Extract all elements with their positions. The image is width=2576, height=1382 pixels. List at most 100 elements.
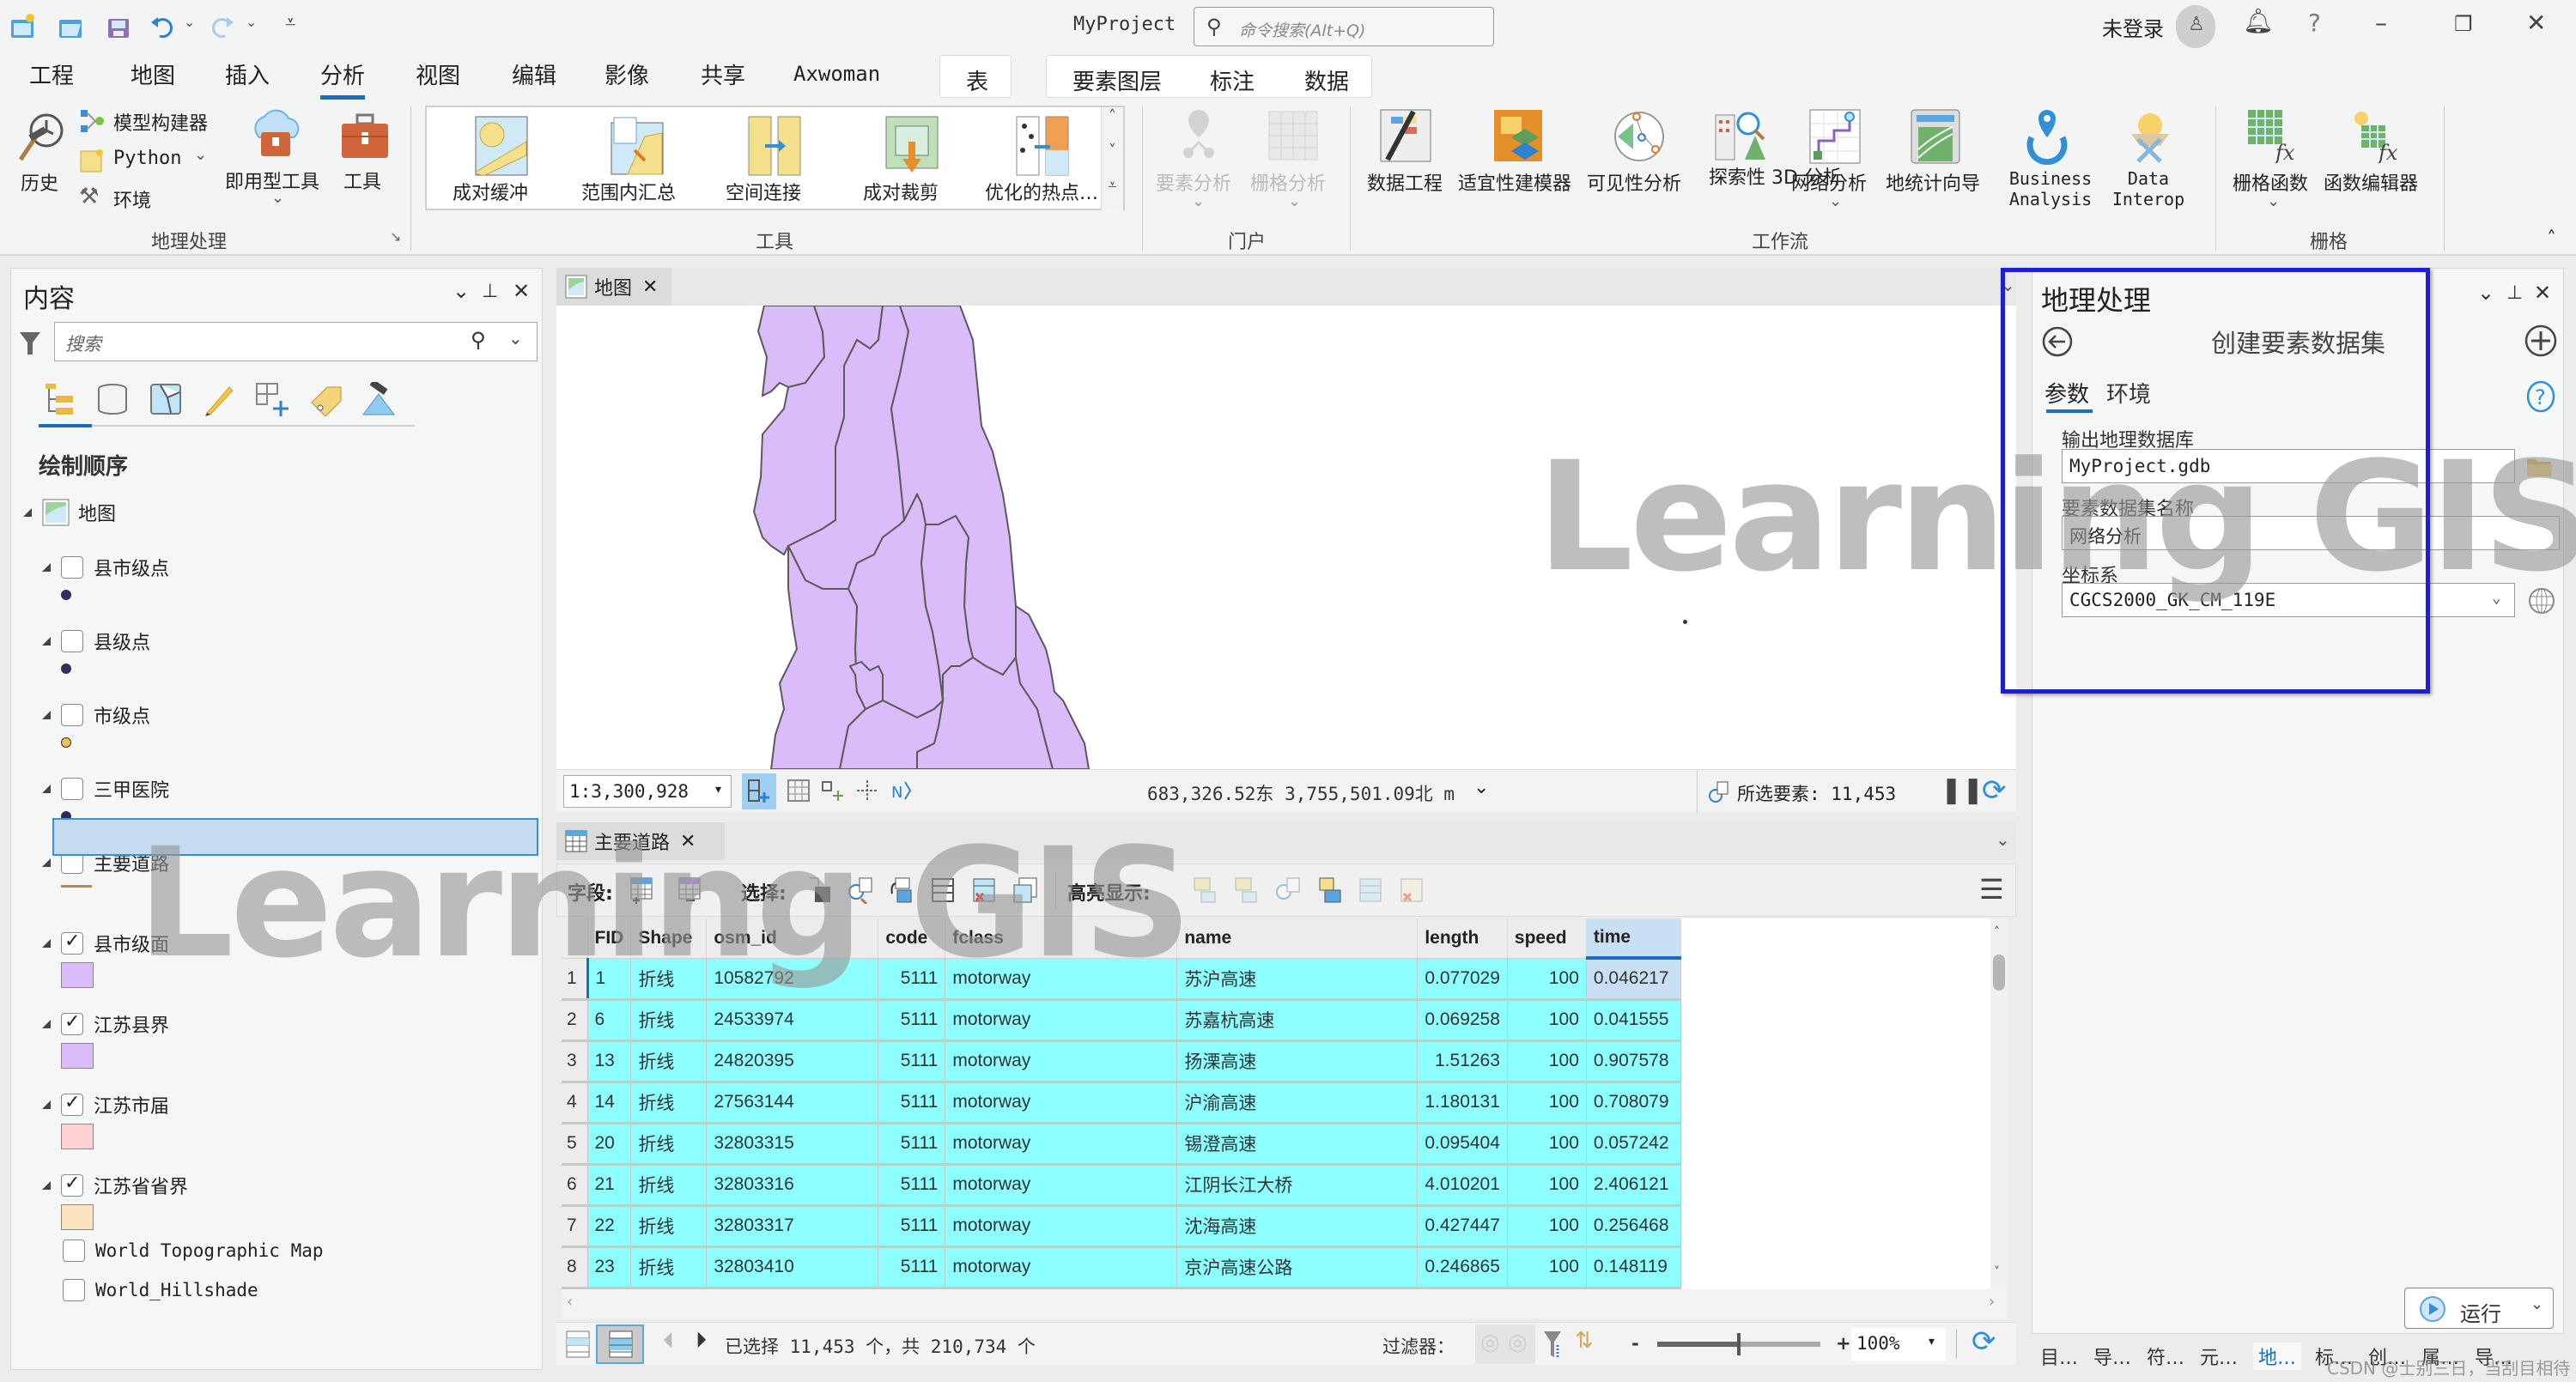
close-map-tab-icon[interactable]: ✕ xyxy=(642,276,658,298)
pane-options-icon[interactable]: ⌄ xyxy=(453,279,470,303)
cell-time[interactable]: 0.057242 xyxy=(1586,1123,1681,1166)
cell-time[interactable]: 0.148119 xyxy=(1586,1246,1681,1289)
data-engineering-button[interactable]: 数据工程 xyxy=(1364,106,1449,218)
polygon-symbol[interactable] xyxy=(61,1124,94,1149)
basemap-layer-item[interactable]: World_Hillshade xyxy=(63,1275,258,1306)
cell-code[interactable]: 5111 xyxy=(878,1040,946,1083)
table-zoom-percent-select[interactable]: 100% ▾ xyxy=(1851,1328,1946,1361)
cell-name[interactable]: 扬溧高速 xyxy=(1176,1040,1419,1083)
add-tool-icon[interactable] xyxy=(2524,324,2558,358)
basemap-layer-item[interactable]: World Topographic Map xyxy=(63,1235,324,1266)
notifications-bell-icon[interactable]: 🔔︎ xyxy=(2243,7,2274,35)
column-header-length[interactable]: length xyxy=(1417,918,1508,959)
cell-length[interactable]: 1.180131 xyxy=(1417,1082,1508,1124)
back-icon[interactable] xyxy=(2041,325,2074,358)
collapse-ribbon-icon[interactable]: ˄ xyxy=(2547,228,2556,250)
column-header-fclass[interactable]: fclass xyxy=(945,918,1178,959)
scroll-right-icon[interactable]: › xyxy=(1989,1293,1995,1311)
network-analysis-button[interactable]: 网络分析 ⌄ xyxy=(1791,106,1877,218)
cell-fid[interactable]: 14 xyxy=(587,1082,632,1124)
layer-item[interactable]: 县级点 xyxy=(42,626,150,657)
table-row[interactable]: 8 23 折线 32803410 5111 motorway 京沪高速公路 0.246865 1… xyxy=(562,1246,1681,1289)
cell-time[interactable]: 2.406121 xyxy=(1586,1164,1681,1207)
cell-length[interactable]: 0.077029 xyxy=(1417,958,1508,1001)
python-dropdown-icon[interactable]: ⌄ xyxy=(194,146,207,164)
model-builder-button[interactable]: 模型构建器 xyxy=(79,106,225,136)
map-scale-selector[interactable]: 1:3,300,928 ▾ xyxy=(563,775,732,808)
expand-layer-icon[interactable] xyxy=(42,563,51,572)
show-all-records-icon[interactable] xyxy=(565,1330,591,1359)
cell-name[interactable]: 锡澄高速 xyxy=(1176,1123,1419,1166)
zoom-to-selection-icon[interactable] xyxy=(1707,780,1731,804)
new-project-icon[interactable] xyxy=(9,12,38,41)
feature-analysis-button[interactable]: 要素分析 ⌄ xyxy=(1156,106,1242,218)
list-by-perspective-imagery-icon[interactable] xyxy=(361,382,396,416)
pause-drawing-icon[interactable]: ❚❚ xyxy=(1941,775,1984,805)
refresh-table-icon[interactable]: ⟳ xyxy=(1971,1324,1996,1359)
layer-visibility-checkbox[interactable] xyxy=(63,1279,85,1301)
save-project-icon[interactable] xyxy=(105,12,134,41)
vertical-scroll-thumb[interactable] xyxy=(1993,955,2005,991)
suitability-modeler-button[interactable]: 适宜性建模器 xyxy=(1458,106,1578,218)
expand-layer-icon[interactable] xyxy=(42,1020,51,1028)
tab-feature-layer[interactable]: 要素图层 xyxy=(1072,64,1162,96)
cell-speed[interactable]: 100 xyxy=(1507,958,1587,1001)
zoom-percent-dropdown-icon[interactable]: ▾ xyxy=(1929,1335,1935,1349)
run-button[interactable]: 运行 ⌄ xyxy=(2404,1288,2554,1329)
output-gdb-input[interactable]: MyProject.gdb xyxy=(2062,449,2515,483)
row-number[interactable]: 8 xyxy=(562,1246,588,1289)
column-header-time[interactable]: time xyxy=(1586,918,1681,960)
cell-shape[interactable]: 折线 xyxy=(630,999,708,1042)
history-button[interactable]: 历史 xyxy=(12,106,72,218)
cell-time[interactable]: 0.708079 xyxy=(1586,1082,1681,1124)
zoom-in-button[interactable]: + xyxy=(1836,1333,1851,1354)
cell-name[interactable]: 苏沪高速 xyxy=(1176,958,1419,1001)
minimize-button[interactable]: – xyxy=(2375,9,2387,37)
tab-axwoman[interactable]: Axwoman xyxy=(793,62,880,86)
map-node[interactable]: 地图 xyxy=(23,497,116,528)
layer-visibility-checkbox[interactable] xyxy=(61,556,83,579)
undo-dropdown-icon[interactable]: ⌄ xyxy=(184,14,195,30)
list-by-drawing-order-icon[interactable] xyxy=(42,382,76,416)
tab-imagery[interactable]: 影像 xyxy=(605,58,649,90)
map-canvas[interactable] xyxy=(556,306,2016,769)
polygon-symbol[interactable] xyxy=(61,1204,94,1230)
cell-length[interactable]: 0.246865 xyxy=(1417,1246,1508,1289)
tab-parameters[interactable]: 参数 xyxy=(2044,377,2089,409)
cell-osm_id[interactable]: 32803316 xyxy=(706,1164,879,1207)
cell-fclass[interactable]: motorway xyxy=(945,1040,1178,1083)
cell-osm_id[interactable]: 27563144 xyxy=(706,1082,879,1124)
browse-folder-icon[interactable] xyxy=(2525,454,2555,478)
cell-length[interactable]: 1.51263 xyxy=(1417,1040,1508,1083)
cell-length[interactable]: 0.427447 xyxy=(1417,1205,1508,1248)
tab-share[interactable]: 共享 xyxy=(701,58,745,90)
cell-time[interactable]: 0.256468 xyxy=(1586,1205,1681,1248)
cell-fclass[interactable]: motorway xyxy=(945,1205,1178,1248)
expand-layer-icon[interactable] xyxy=(42,1181,51,1190)
close-window-button[interactable]: ✕ xyxy=(2526,9,2546,37)
close-pane-icon[interactable]: ✕ xyxy=(513,279,530,303)
select-all-icon[interactable] xyxy=(930,876,956,904)
open-project-icon[interactable] xyxy=(57,12,86,41)
row-number[interactable]: 4 xyxy=(562,1082,588,1124)
cell-length[interactable]: 0.069258 xyxy=(1417,999,1508,1042)
table-vertical-scrollbar[interactable]: ˄ ˅ xyxy=(1990,918,2008,1289)
table-row[interactable]: 7 22 折线 32803317 5111 motorway 沈海高速 0.427447 100… xyxy=(562,1205,1681,1248)
close-pane-icon[interactable]: ✕ xyxy=(2534,281,2551,305)
map-tabs-overflow-icon[interactable]: ⌄ xyxy=(2001,275,2015,295)
globe-icon[interactable] xyxy=(2527,586,2556,615)
cell-name[interactable]: 沈海高速 xyxy=(1176,1205,1419,1248)
layer-item[interactable]: 三甲医院 xyxy=(42,773,169,804)
point-symbol[interactable] xyxy=(61,737,71,748)
calculate-field-icon[interactable] xyxy=(677,876,703,904)
table-row[interactable]: 3 13 折线 24820395 5111 motorway 扬溧高速 1.51263 100 0… xyxy=(562,1040,1681,1083)
row-number[interactable]: 6 xyxy=(562,1164,588,1207)
cell-speed[interactable]: 100 xyxy=(1507,1246,1587,1289)
cell-osm_id[interactable]: 24820395 xyxy=(706,1040,879,1083)
layer-item[interactable]: 县市级面 xyxy=(42,928,169,959)
cell-speed[interactable]: 100 xyxy=(1507,999,1587,1042)
filter-icon[interactable] xyxy=(18,330,42,356)
cell-code[interactable]: 5111 xyxy=(878,999,946,1042)
point-symbol[interactable] xyxy=(61,664,71,674)
scroll-up-icon[interactable]: ˄ xyxy=(1994,925,2000,939)
